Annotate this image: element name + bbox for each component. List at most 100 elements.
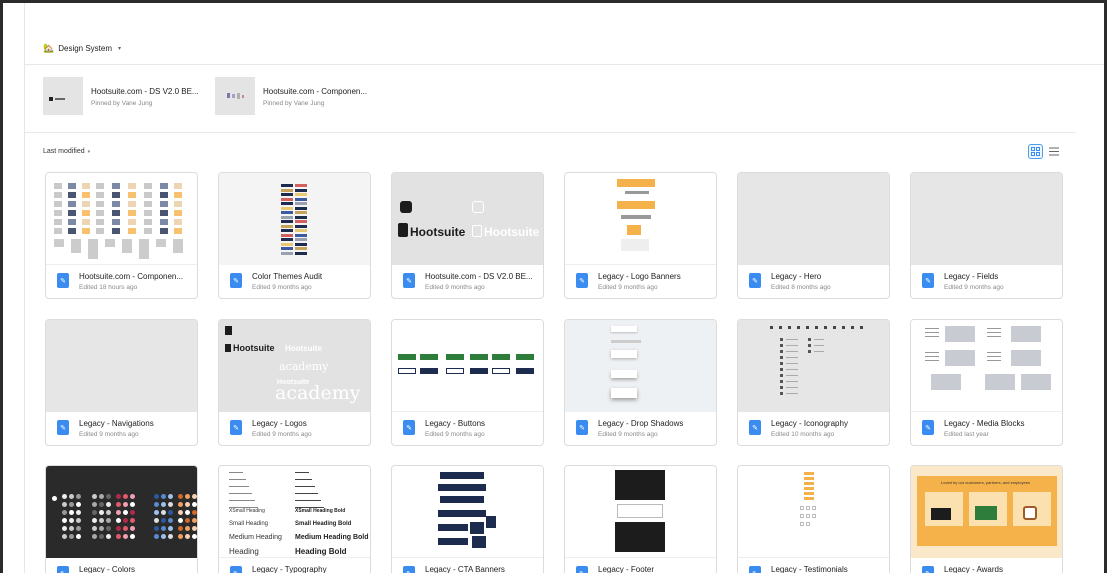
figma-file-icon: ✎	[749, 273, 761, 288]
file-card[interactable]: ✎ Legacy - Testimonials	[737, 465, 890, 573]
file-card[interactable]: ✎ Legacy - Navigations Edited 9 months ago	[45, 319, 198, 446]
file-edited-time: Edited 8 months ago	[771, 284, 831, 291]
file-card[interactable]: ✎ Legacy - Fields Edited 9 months ago	[910, 172, 1063, 299]
pinned-subtitle: Pinned by Vane Jung	[263, 100, 325, 107]
grid-icon	[1031, 147, 1040, 156]
typography-sample: Heading	[229, 547, 259, 556]
file-name: Legacy - Iconography	[771, 419, 848, 428]
file-card[interactable]: ✎ Legacy - Logo Banners Edited 9 months ag…	[564, 172, 717, 299]
file-name: Legacy - Typography	[252, 565, 327, 573]
hootsuite-wordmark-white: Hootsuite	[285, 344, 322, 353]
file-thumbnail	[738, 320, 889, 412]
file-edited-time: Edited 9 months ago	[598, 431, 658, 438]
file-name: Legacy - Logos	[252, 419, 307, 428]
figma-file-icon: ✎	[922, 566, 934, 573]
pinned-thumbnail	[43, 77, 83, 115]
figma-file-icon: ✎	[922, 273, 934, 288]
file-card[interactable]: Hootsuite Hootsuite academy Hootsuite ac…	[218, 319, 371, 446]
file-card[interactable]: ✎ Legacy - Hero Edited 8 months ago	[737, 172, 890, 299]
file-card[interactable]: ✎ Legacy - Colors	[45, 465, 198, 573]
hootsuite-wordmark-white: Hootsuite	[484, 225, 540, 239]
file-thumbnail	[219, 173, 370, 265]
sidebar-divider	[24, 3, 25, 573]
grid-view-button[interactable]	[1028, 144, 1043, 159]
file-edited-time: Edited 9 months ago	[425, 431, 485, 438]
file-thumbnail	[392, 320, 543, 412]
typography-sample-bold: XSmall Heading Bold	[295, 508, 346, 514]
file-thumbnail	[738, 173, 889, 265]
file-edited-time: Edited 10 months ago	[771, 431, 835, 438]
file-edited-time: Edited 9 months ago	[252, 284, 312, 291]
pinned-subtitle: Pinned by Vane Jung	[91, 100, 153, 107]
typography-sample: XSmall Heading	[229, 508, 265, 514]
figma-file-icon: ✎	[576, 566, 588, 573]
file-card[interactable]: ✎ Color Themes Audit Edited 9 months ago	[218, 172, 371, 299]
file-name: Legacy - Media Blocks	[944, 419, 1025, 428]
hootsuite-wordmark: Hootsuite	[233, 343, 275, 353]
hootsuite-wordmark: Hootsuite	[410, 225, 466, 239]
file-edited-time: Edited 9 months ago	[252, 431, 312, 438]
file-thumbnail	[565, 173, 716, 265]
file-edited-time: Edited 9 months ago	[944, 284, 1004, 291]
file-name: Legacy - Footer	[598, 565, 655, 573]
figma-file-icon: ✎	[57, 420, 69, 435]
file-card[interactable]: Loved by our customers, partners, and em…	[910, 465, 1063, 573]
figma-file-icon: ✎	[576, 420, 588, 435]
file-thumbnail: Hootsuite Hootsuite academy Hootsuite ac…	[219, 320, 370, 412]
file-name: Legacy - Navigations	[79, 419, 154, 428]
figma-file-icon: ✎	[403, 273, 415, 288]
file-thumbnail: Loved by our customers, partners, and em…	[911, 466, 1062, 558]
typography-sample-bold: Medium Heading Bold	[295, 534, 369, 541]
file-thumbnail	[392, 466, 543, 558]
file-thumbnail	[46, 173, 197, 265]
file-thumbnail	[46, 466, 197, 558]
file-card[interactable]: ✎ Legacy - Buttons Edited 9 months ago	[391, 319, 544, 446]
figma-file-icon: ✎	[922, 420, 934, 435]
file-thumbnail	[565, 466, 716, 558]
file-thumbnail	[911, 173, 1062, 265]
file-edited-time: Edited 9 months ago	[425, 284, 485, 291]
divider	[25, 132, 1076, 133]
file-name: Legacy - Testimonials	[771, 565, 848, 573]
academy-wordmark: academy	[275, 382, 361, 404]
file-edited-time: Edited 9 months ago	[79, 431, 139, 438]
figma-file-icon: ✎	[403, 420, 415, 435]
file-edited-time: Edited last year	[944, 431, 989, 438]
pinned-title: Hootsuite.com - Componen...	[263, 87, 368, 96]
typography-sample: Medium Heading	[229, 534, 282, 541]
file-thumbnail	[738, 466, 889, 558]
figma-file-icon: ✎	[403, 566, 415, 573]
file-card[interactable]: XSmall Heading XSmall Heading Bold Small H…	[218, 465, 371, 573]
figma-file-icon: ✎	[230, 273, 242, 288]
file-card[interactable]: ✎ Legacy - Footer	[564, 465, 717, 573]
file-thumbnail	[565, 320, 716, 412]
figma-file-icon: ✎	[576, 273, 588, 288]
list-view-button[interactable]	[1046, 144, 1061, 159]
file-thumbnail: Hootsuite Hootsuite	[392, 173, 543, 265]
sort-dropdown[interactable]: Last modified ▾	[43, 148, 90, 155]
file-card[interactable]: ✎ Legacy - Iconography Edited 10 months ag…	[737, 319, 890, 446]
project-header[interactable]: 🏡 Design System ▾	[43, 43, 121, 54]
figma-file-icon: ✎	[749, 566, 761, 573]
file-name: Legacy - Colors	[79, 565, 136, 573]
file-card[interactable]: Hootsuite Hootsuite ✎ Hootsuite.com - DS …	[391, 172, 544, 299]
figma-file-icon: ✎	[749, 420, 761, 435]
chevron-down-icon: ▾	[87, 148, 91, 155]
pinned-file-1[interactable]: Hootsuite.com - DS V2.0 BE... Pinned by …	[43, 77, 199, 115]
file-thumbnail	[46, 320, 197, 412]
file-name: Legacy - Buttons	[425, 419, 486, 428]
file-card[interactable]: ✎ Legacy - Drop Shadows Edited 9 months ag…	[564, 319, 717, 446]
file-card[interactable]: ✎ Legacy - CTA Banners	[391, 465, 544, 573]
file-card[interactable]: ✎ Hootsuite.com - Componen... Edited 18 ho…	[45, 172, 198, 299]
figma-file-icon: ✎	[57, 273, 69, 288]
pinned-file-2[interactable]: Hootsuite.com - Componen... Pinned by Va…	[215, 77, 367, 115]
file-name: Legacy - Awards	[944, 565, 1003, 573]
file-card[interactable]: ✎ Legacy - Media Blocks Edited last year	[910, 319, 1063, 446]
typography-sample-bold: Small Heading Bold	[295, 521, 352, 527]
chevron-down-icon: ▾	[118, 46, 122, 52]
figma-file-icon: ✎	[230, 420, 242, 435]
app-window: 🏡 Design System ▾ Hootsuite.com - DS V2.…	[0, 0, 1107, 573]
file-name: Legacy - Fields	[944, 272, 999, 281]
divider	[25, 64, 1104, 65]
file-name: Hootsuite.com - DS V2.0 BE...	[425, 272, 533, 281]
